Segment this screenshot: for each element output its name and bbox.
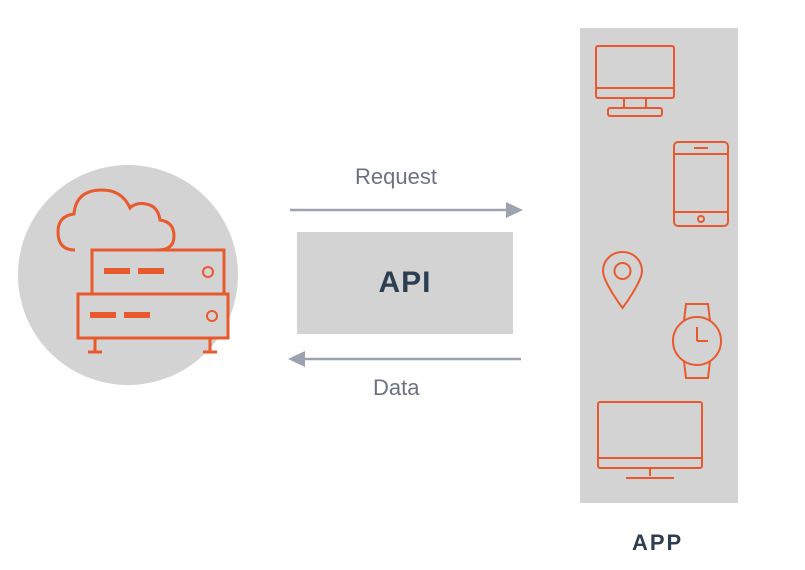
api-label: API <box>378 266 431 300</box>
smartwatch-icon <box>668 302 726 380</box>
location-pin-icon <box>600 250 645 310</box>
data-arrow-icon <box>288 344 523 374</box>
smartphone-icon <box>672 140 730 228</box>
desktop-computer-icon <box>594 44 676 119</box>
app-label: APP <box>632 530 683 556</box>
request-label: Request <box>355 164 437 190</box>
request-arrow-icon <box>288 195 523 225</box>
tv-monitor-icon <box>596 400 704 482</box>
cloud-server-icon <box>30 180 230 380</box>
data-label: Data <box>373 375 419 401</box>
api-box: API <box>297 232 513 334</box>
